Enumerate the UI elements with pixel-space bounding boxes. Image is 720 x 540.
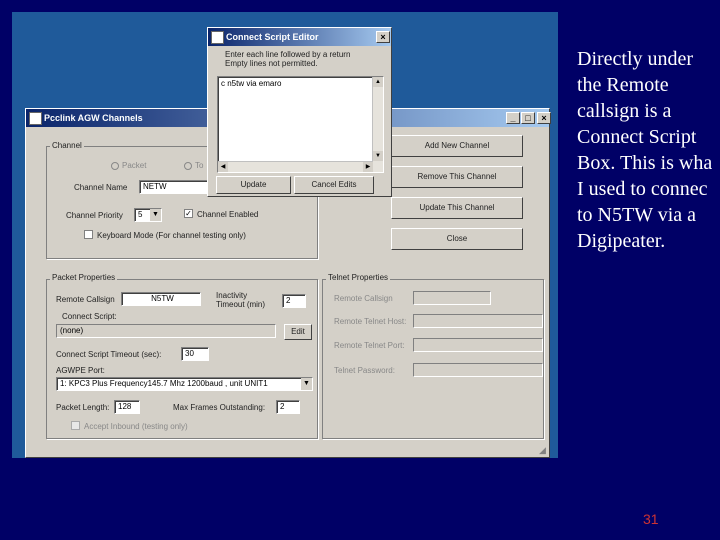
page-number: 31: [643, 511, 659, 527]
slide-text: Directly under the Remote callsign is a …: [577, 46, 720, 254]
packet-radio-label: Packet: [122, 161, 147, 170]
add-channel-button[interactable]: Add New Channel: [391, 135, 523, 157]
maximize-button[interactable]: □: [521, 112, 535, 124]
connect-script-display: (none): [56, 324, 276, 338]
dialog-close-button[interactable]: ×: [376, 31, 390, 43]
channel-name-label: Channel Name: [74, 183, 128, 192]
slide-text-line: I used to connec: [577, 178, 708, 200]
telnet-host-label: Remote Telnet Host:: [334, 317, 407, 326]
dialog-cancel-button[interactable]: Cancel Edits: [294, 176, 374, 194]
accept-inbound-label: Accept Inbound (testing only): [84, 422, 188, 431]
agwpe-port-select[interactable]: 1: KPC3 Plus Frequency145.7 Mhz 1200baud…: [56, 377, 313, 391]
packet-properties-title: Packet Properties: [50, 273, 118, 282]
script-textarea[interactable]: c n5tw via emaro ▲ ▼ ◀ ▶: [217, 76, 384, 173]
keyboard-mode-checkbox[interactable]: [84, 230, 93, 239]
scroll-left-icon[interactable]: ◀: [218, 162, 228, 172]
telnet-password-input[interactable]: [413, 363, 543, 377]
telnet-remote-callsign-input[interactable]: [413, 291, 491, 305]
app-icon: [29, 112, 42, 125]
max-frames-input[interactable]: 2: [276, 400, 300, 414]
slide-text-line: Box. This is wha: [577, 152, 713, 174]
channel-enabled-checkbox[interactable]: ✓: [184, 209, 193, 218]
telnet-password-label: Telnet Password:: [334, 366, 395, 375]
slide-text-line: callsign is a: [577, 100, 672, 122]
connect-timeout-label: Connect Script Timeout (sec):: [56, 350, 162, 359]
dialog-instructions-line1: Enter each line followed by a return: [225, 50, 351, 59]
telnet-radio[interactable]: [184, 162, 192, 170]
dialog-titlebar[interactable]: Connect Script Editor ×: [208, 28, 391, 46]
telnet-port-input[interactable]: [413, 338, 543, 352]
inactivity-label: Inactivity: [216, 291, 248, 300]
minimize-button[interactable]: _: [506, 112, 520, 124]
packet-length-label: Packet Length:: [56, 403, 110, 412]
connect-script-label: Connect Script:: [62, 312, 117, 321]
telnet-radio-label: To: [195, 161, 204, 170]
remote-callsign-label: Remote Callsign: [56, 295, 115, 304]
packet-length-input[interactable]: 128: [114, 400, 140, 414]
close-window-button[interactable]: ×: [537, 112, 551, 124]
connect-script-dialog: Connect Script Editor × Enter each line …: [207, 27, 392, 197]
edit-script-button[interactable]: Edit: [284, 324, 312, 340]
slide-text-line: the Remote: [577, 74, 669, 96]
dialog-app-icon: [211, 31, 224, 44]
channel-group-title: Channel: [50, 141, 84, 150]
update-channel-button[interactable]: Update This Channel: [391, 197, 523, 219]
slide-text-line: Directly under: [577, 48, 694, 70]
script-hscrollbar[interactable]: ◀ ▶: [218, 161, 373, 172]
slide-text-line: Connect Script: [577, 126, 697, 148]
telnet-properties-title: Telnet Properties: [326, 273, 391, 282]
packet-radio[interactable]: [111, 162, 119, 170]
agwpe-port-label: AGWPE Port:: [56, 366, 105, 375]
max-frames-label: Max Frames Outstanding:: [173, 403, 266, 412]
remote-callsign-input[interactable]: N5TW: [121, 292, 201, 306]
resize-grip-icon[interactable]: ◢: [539, 445, 546, 456]
agwpe-port-value: 1: KPC3 Plus Frequency145.7 Mhz 1200baud…: [60, 379, 268, 388]
script-text: c n5tw via emaro: [221, 79, 282, 88]
remove-channel-button[interactable]: Remove This Channel: [391, 166, 523, 188]
telnet-port-label: Remote Telnet Port:: [334, 341, 405, 350]
scroll-down-icon[interactable]: ▼: [373, 151, 383, 161]
dialog-update-button[interactable]: Update: [216, 176, 291, 194]
channel-name-input[interactable]: NETW: [139, 180, 209, 194]
telnet-remote-callsign-label: Remote Callsign: [334, 294, 393, 303]
close-button[interactable]: Close: [391, 228, 523, 250]
inactivity-input[interactable]: 2: [282, 294, 306, 308]
dialog-instructions-line2: Empty lines not permitted.: [225, 59, 318, 68]
connect-timeout-input[interactable]: 30: [181, 347, 209, 361]
keyboard-mode-label: Keyboard Mode (For channel testing only): [97, 231, 246, 240]
accept-inbound-checkbox[interactable]: [71, 421, 80, 430]
script-scrollbar[interactable]: ▲ ▼: [372, 77, 383, 172]
scroll-up-icon[interactable]: ▲: [373, 77, 383, 87]
telnet-host-input[interactable]: [413, 314, 543, 328]
inactivity-timeout-label: Timeout (min): [216, 300, 266, 309]
chevron-down-icon[interactable]: ▼: [150, 209, 161, 221]
channel-priority-value: 5: [138, 210, 143, 219]
window-title: Pcclink AGW Channels: [44, 113, 143, 123]
chevron-down-icon[interactable]: ▼: [301, 378, 312, 390]
scroll-right-icon[interactable]: ▶: [363, 162, 373, 172]
channel-priority-label: Channel Priority: [66, 211, 123, 220]
channel-enabled-label: Channel Enabled: [197, 210, 259, 219]
slide-text-line: to N5TW via a: [577, 204, 697, 226]
slide-text-line: Digipeater.: [577, 230, 666, 252]
dialog-title: Connect Script Editor: [226, 32, 319, 42]
channel-priority-select[interactable]: 5 ▼: [134, 208, 162, 222]
